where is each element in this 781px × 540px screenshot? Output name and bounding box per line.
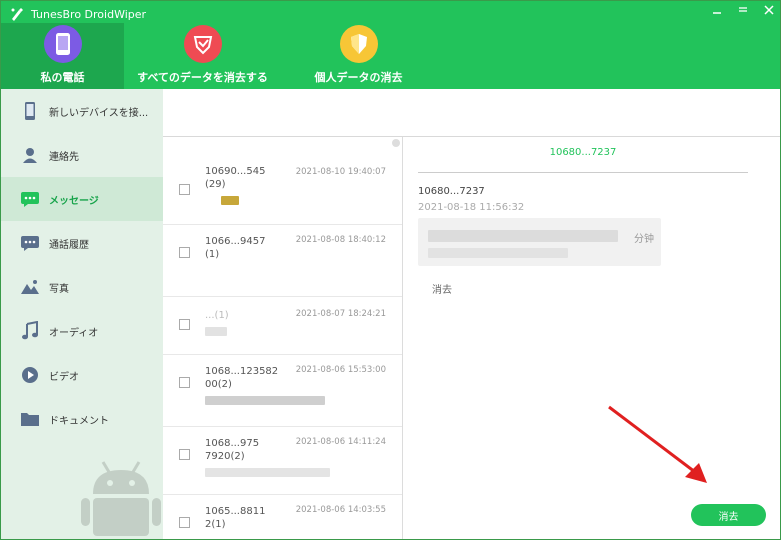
sidebar-item-label: 写真 [49,283,69,295]
sidebar-item-contacts[interactable]: 連絡先 [1,133,163,177]
tab-label: 私の電話 [40,71,85,84]
sidebar-item-documents[interactable]: ドキュメント [1,397,163,441]
phone-icon [43,25,82,63]
conversation-title: 10680...7237 [418,147,748,173]
tab-my-phone[interactable]: 私の電話 [1,23,124,89]
message-list: 10690...545 (29) 2021-08-10 19:40:07 106… [163,137,403,539]
list-item[interactable]: 1065...8811 2(1) 2021-08-06 14:03:55 [163,495,402,539]
sidebar-item-video[interactable]: ビデオ [1,353,163,397]
delete-link[interactable]: 消去 [432,281,452,296]
message-time: 2021-08-08 18:40:12 [295,235,386,245]
list-item[interactable]: ...(1) 2021-08-07 18:24:21 [163,297,402,355]
window-controls [710,3,776,17]
list-item[interactable]: 10690...545 (29) 2021-08-10 19:40:07 [163,137,402,225]
message-count: 7920(2) [205,451,245,462]
folder-icon [19,409,41,429]
eraser-shield-icon [183,25,222,63]
message-time: 2021-08-06 14:11:24 [295,437,386,447]
sidebar-item-call-log[interactable]: 通話履歴 [1,221,163,265]
close-icon[interactable] [762,3,776,17]
photo-icon [19,277,41,297]
contact-icon [19,145,41,165]
item-checkbox[interactable] [179,319,190,330]
sidebar: 新しいデバイスを接... 連絡先 メッセージ 通話履歴 写真 オーディオ ビデオ… [1,89,163,539]
delete-button[interactable]: 消去 [691,504,766,526]
music-icon [19,321,41,341]
message-preview [205,395,402,407]
sidebar-item-audio[interactable]: オーディオ [1,309,163,353]
message-count: 2(1) [205,519,226,530]
sidebar-item-label: ドキュメント [49,415,109,427]
message-detail: 10680...7237 10680...7237 2021-08-18 11:… [404,137,780,539]
message-time: 2021-08-06 15:53:00 [295,365,386,375]
message-time: 2021-08-06 14:03:55 [295,505,386,515]
sidebar-item-label: メッセージ [49,195,99,207]
list-item[interactable]: 1066...9457 (1) 2021-08-08 18:40:12 [163,225,402,297]
sidebar-item-label: 通話履歴 [49,239,89,251]
message-count: 00(2) [205,379,232,390]
message-time: 2021-08-10 19:40:07 [295,167,386,177]
message-time: 2021-08-18 11:56:32 [418,202,525,213]
message-bubble: 分钟 [418,218,661,266]
title-bar: TunesBro DroidWiper [9,5,146,23]
android-icon [81,461,161,536]
item-checkbox[interactable] [179,449,190,460]
item-checkbox[interactable] [179,247,190,258]
message-sender: 10680...7237 [418,186,485,197]
tab-label: 個人データの消去 [314,71,403,84]
app-header: TunesBro DroidWiper 私の電話 すべてのデータを消去する 個人… [1,1,780,89]
sidebar-item-new-device[interactable]: 新しいデバイスを接... [1,89,163,133]
item-checkbox[interactable] [179,517,190,528]
shield-icon [339,25,378,63]
sidebar-item-label: オーディオ [49,327,99,339]
tab-label: すべてのデータを消去する [137,71,268,84]
sidebar-item-messages[interactable]: メッセージ [1,177,163,221]
top-nav: 私の電話 すべてのデータを消去する 個人データの消去 [1,23,436,89]
phone-icon [19,101,41,121]
item-checkbox[interactable] [179,377,190,388]
app-title: TunesBro DroidWiper [31,7,147,21]
sidebar-item-label: 連絡先 [49,151,79,163]
tab-erase-private[interactable]: 個人データの消去 [281,23,436,89]
app-logo-icon [11,8,23,21]
call-log-icon [19,233,41,253]
message-preview [205,326,402,338]
sidebar-item-label: ビデオ [49,371,79,383]
message-count: (29) [205,179,226,190]
tab-erase-all[interactable]: すべてのデータを消去する [124,23,281,89]
message-count: (1) [205,249,220,260]
item-checkbox[interactable] [179,184,190,195]
list-item[interactable]: 1068...975 7920(2) 2021-08-06 14:11:24 [163,427,402,495]
app-window: TunesBro DroidWiper 私の電話 すべてのデータを消去する 個人… [0,0,781,540]
list-item[interactable]: 1068...123582 00(2) 2021-08-06 15:53:00 [163,355,402,427]
message-preview [205,467,402,479]
toolbar-area [163,89,780,137]
maximize-icon[interactable] [736,3,750,17]
message-icon [19,189,41,209]
sidebar-item-label: 新しいデバイスを接... [49,107,149,119]
video-icon [19,365,41,385]
sidebar-item-photos[interactable]: 写真 [1,265,163,309]
message-text: 分钟 [634,234,654,245]
message-time: 2021-08-07 18:24:21 [295,309,386,319]
minimize-icon[interactable] [710,3,724,17]
message-preview [205,195,402,207]
